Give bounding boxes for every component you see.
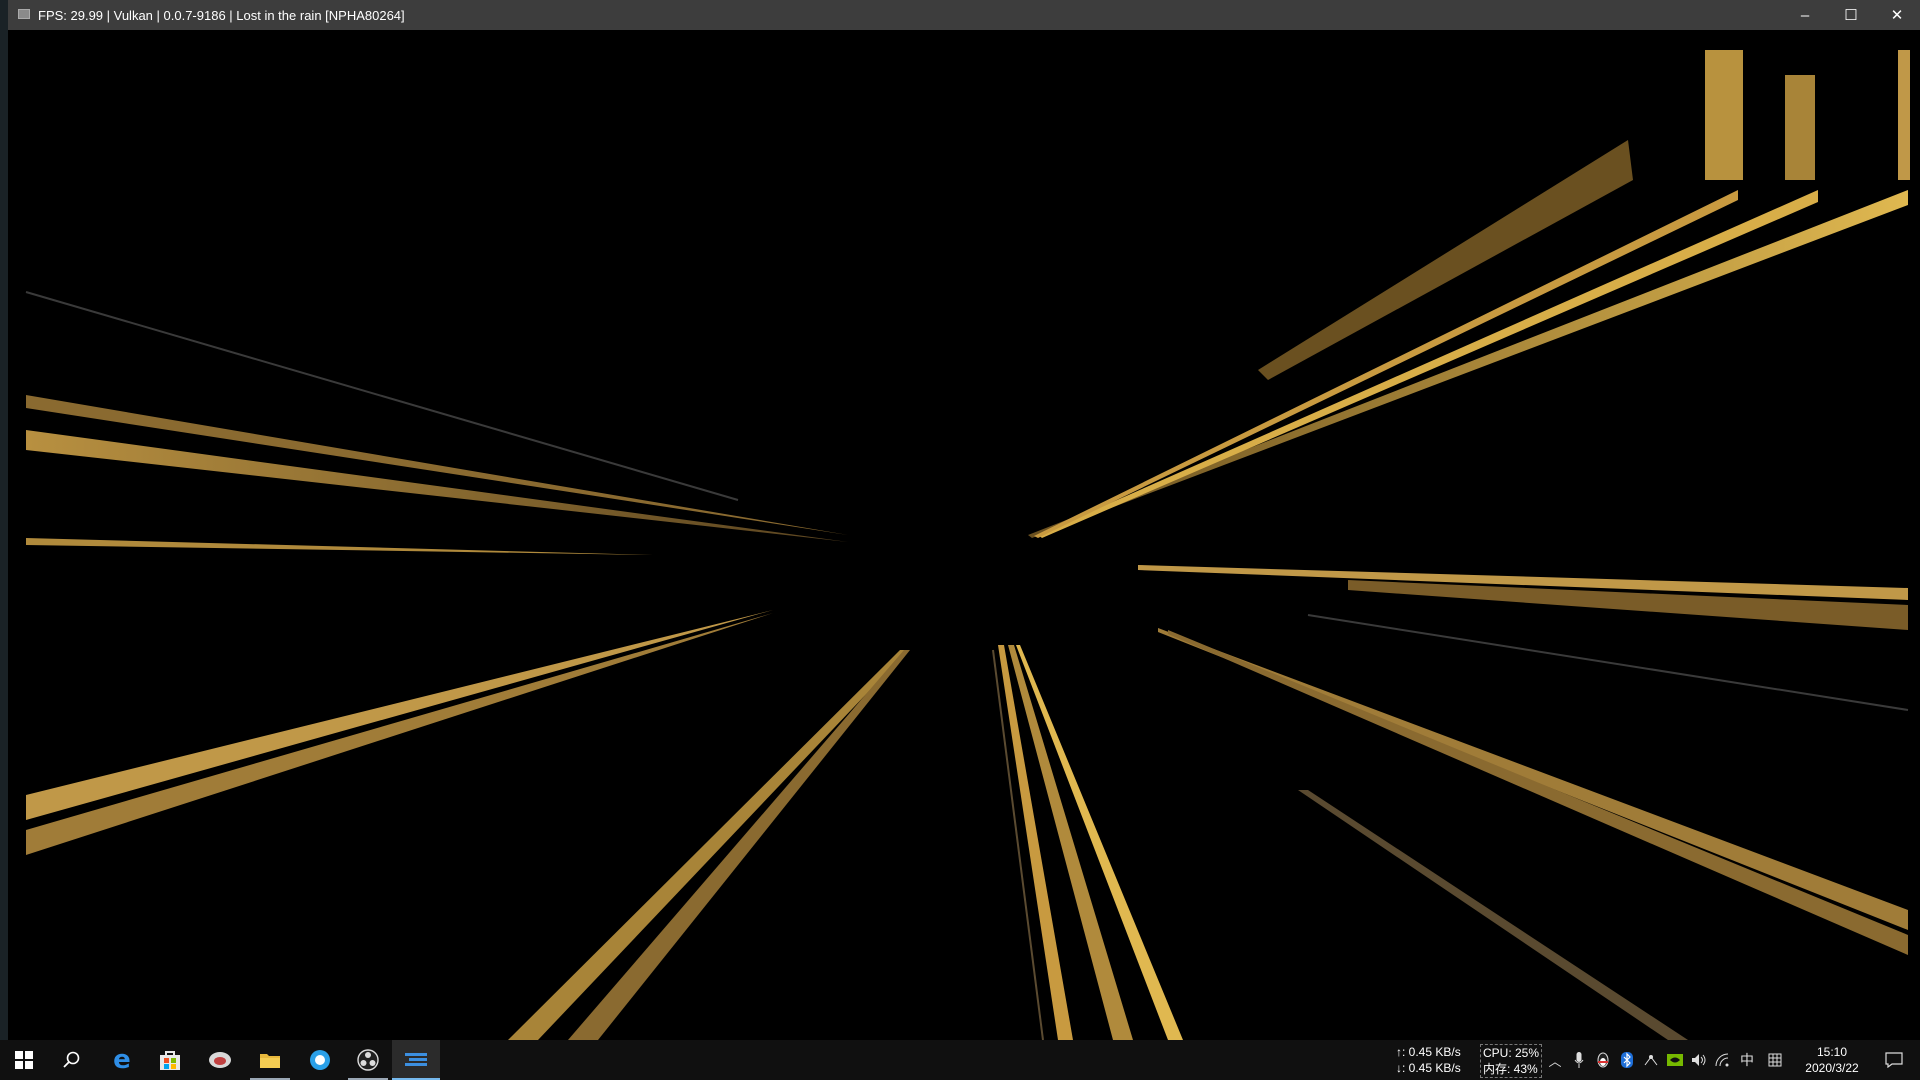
light-streak: [26, 430, 848, 542]
taskbar: e ↑: 0.45 KB/s ↓: 0.45 KB/s CPU: 25% 内存:…: [0, 1040, 1920, 1080]
window-title: FPS: 29.99 | Vulkan | 0.0.7-9186 | Lost …: [38, 8, 405, 23]
network-speed-monitor: ↑: 0.45 KB/s ↓: 0.45 KB/s: [1396, 1044, 1461, 1076]
light-streak: [26, 610, 773, 820]
taskbar-store[interactable]: [146, 1040, 194, 1080]
search-icon: [63, 1051, 80, 1068]
folder-icon: [260, 1054, 280, 1068]
clock-time: 15:10: [1816, 1045, 1848, 1059]
light-streak: [568, 650, 910, 1040]
qq-penguin-icon: [1597, 1052, 1609, 1068]
satellite-icon: [1644, 1055, 1658, 1066]
gold-letter: [1898, 50, 1910, 180]
light-streak: [25, 291, 739, 501]
desktop-edge: [0, 0, 8, 1040]
bluetooth-icon: [1621, 1052, 1633, 1068]
tray-wifi[interactable]: [1712, 1040, 1734, 1080]
chevron-up-icon: ︿: [1548, 1053, 1562, 1069]
taskbar-obs[interactable]: [344, 1040, 392, 1080]
show-hidden-icons-button[interactable]: ︿: [1544, 1040, 1566, 1080]
gold-letter: [1785, 75, 1815, 180]
edge-icon: e: [113, 1045, 131, 1075]
minimize-button[interactable]: –: [1782, 0, 1828, 30]
tray-input-mode[interactable]: [1764, 1040, 1786, 1080]
grid-icon: [1768, 1053, 1782, 1067]
upload-speed: ↑: 0.45 KB/s: [1396, 1045, 1461, 1059]
obs-icon: [357, 1049, 379, 1071]
emulator-icon: [405, 1053, 427, 1066]
app-icon: [18, 9, 30, 19]
light-streak: [508, 650, 908, 1040]
close-button[interactable]: ✕: [1874, 0, 1920, 30]
speaker-icon: [1692, 1054, 1706, 1066]
game-viewport[interactable]: [8, 30, 1920, 1040]
light-streak: [1034, 190, 1738, 538]
emulator-window: FPS: 29.99 | Vulkan | 0.0.7-9186 | Lost …: [8, 0, 1920, 1040]
store-icon: [160, 1051, 180, 1070]
tray-bluetooth[interactable]: [1616, 1040, 1638, 1080]
browser-icon: [310, 1050, 330, 1070]
nvidia-icon: [1667, 1054, 1683, 1066]
taskbar-file-explorer[interactable]: [246, 1040, 294, 1080]
windows-logo-icon: [15, 1051, 33, 1069]
light-streak: [1307, 614, 1909, 711]
tray-qq[interactable]: [1592, 1040, 1614, 1080]
memory-usage: 内存: 43%: [1483, 1062, 1538, 1076]
start-button[interactable]: [0, 1040, 48, 1080]
taskbar-app-4[interactable]: [196, 1040, 244, 1080]
light-streak: [26, 613, 773, 855]
taskbar-emulator[interactable]: [392, 1040, 440, 1080]
light-streak: [26, 395, 848, 535]
tray-volume[interactable]: [1688, 1040, 1710, 1080]
light-streak: [1168, 630, 1908, 955]
tray-microphone[interactable]: [1568, 1040, 1590, 1080]
tray-ime[interactable]: 中: [1736, 1040, 1758, 1080]
gold-letter: [1705, 50, 1743, 180]
wifi-icon: [1715, 1053, 1729, 1067]
game-scene: [25, 50, 1910, 1040]
taskbar-app-6[interactable]: [296, 1040, 344, 1080]
clock[interactable]: 15:10 2020/3/22: [1796, 1044, 1868, 1076]
tray-network-app[interactable]: [1640, 1040, 1662, 1080]
microphone-icon: [1574, 1052, 1584, 1068]
search-button[interactable]: [48, 1040, 96, 1080]
title-bar[interactable]: FPS: 29.99 | Vulkan | 0.0.7-9186 | Lost …: [8, 0, 1920, 30]
app-icon: [209, 1052, 231, 1068]
tray-nvidia[interactable]: [1664, 1040, 1686, 1080]
taskbar-edge[interactable]: e: [98, 1040, 146, 1080]
light-streak: [1038, 190, 1818, 538]
action-center-button[interactable]: [1874, 1040, 1914, 1080]
download-speed: ↓: 0.45 KB/s: [1396, 1061, 1461, 1075]
light-streak: [1258, 140, 1633, 380]
cpu-usage: CPU: 25%: [1483, 1046, 1540, 1060]
light-streak: [26, 538, 653, 555]
light-streak: [1008, 645, 1133, 1040]
notification-icon: [1885, 1052, 1903, 1068]
maximize-button[interactable]: ☐: [1828, 0, 1874, 30]
clock-date: 2020/3/22: [1805, 1061, 1859, 1075]
system-usage-monitor[interactable]: CPU: 25% 内存: 43%: [1480, 1044, 1543, 1078]
